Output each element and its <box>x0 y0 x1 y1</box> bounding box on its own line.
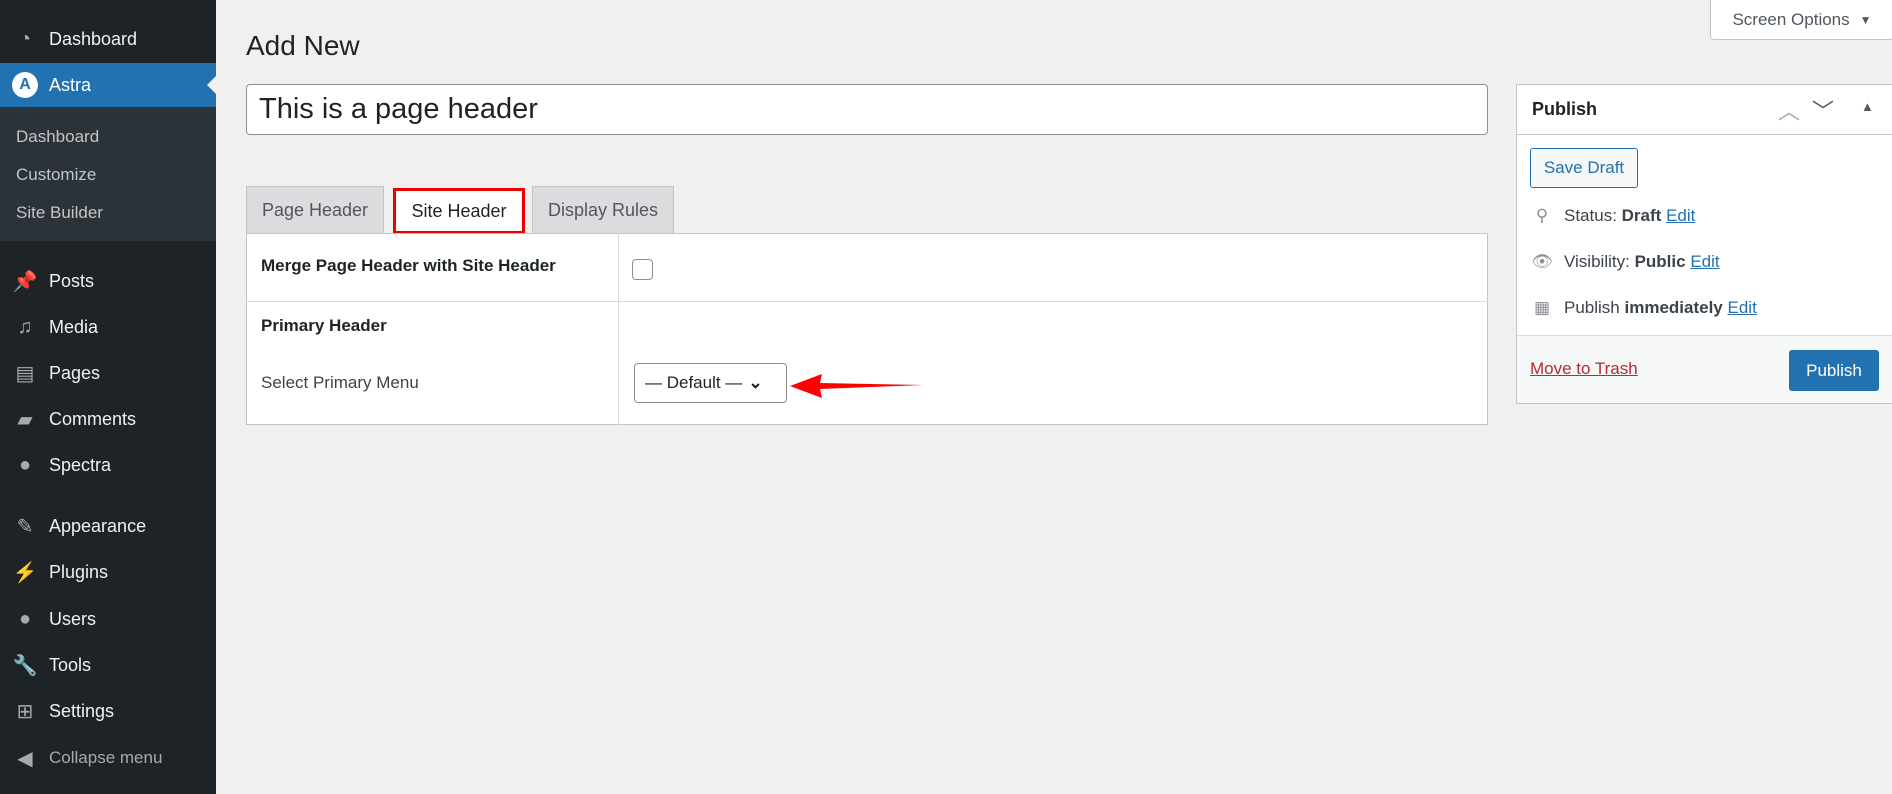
media-icon: ♫ <box>17 315 33 338</box>
label: Astra <box>49 74 92 95</box>
divider <box>618 233 619 425</box>
label: Plugins <box>49 561 109 582</box>
sidebar-item-pages[interactable]: ▤ Pages <box>0 351 216 395</box>
visibility-label: Visibility: Public Edit <box>1564 252 1720 271</box>
sidebar-item-comments[interactable]: ▰ Comments <box>0 397 216 441</box>
dashboard-icon: ◔ <box>18 27 32 50</box>
publish-box-header: Publish ︿ ﹀ ▲ <box>1516 84 1892 135</box>
submenu-customize[interactable]: Customize <box>16 165 96 185</box>
pages-icon: ▤ <box>15 362 35 385</box>
pin-icon: ⚲ <box>1535 206 1549 225</box>
move-to-trash-link[interactable]: Move to Trash <box>1530 359 1638 379</box>
sidebar-item-tools[interactable]: 🔧 Tools <box>0 643 216 687</box>
eye-icon: 👁 <box>1531 252 1553 271</box>
plugin-icon: ⚡ <box>12 561 38 584</box>
tab-site-header[interactable]: Site Header <box>393 188 525 234</box>
label: Media <box>49 316 99 337</box>
publish-button[interactable]: Publish <box>1789 350 1879 391</box>
schedule-label: Publish immediately Edit <box>1564 298 1757 317</box>
merge-label: Merge Page Header with Site Header <box>261 256 556 275</box>
sidebar-item-settings[interactable]: ⊞ Settings <box>0 689 216 733</box>
post-title-input[interactable]: This is a page header <box>246 84 1488 135</box>
spectra-icon: ● <box>18 453 32 476</box>
submenu-dashboard[interactable]: Dashboard <box>16 127 99 147</box>
collapse-icon: ◀ <box>17 747 33 770</box>
edit-schedule-link[interactable]: Edit <box>1728 298 1757 317</box>
sidebar-item-dashboard[interactable]: ◔ Dashboard <box>0 17 216 61</box>
publish-box-title: Publish <box>1532 99 1598 119</box>
comments-icon: ▰ <box>17 408 33 431</box>
sidebar-item-media[interactable]: ♫ Media <box>0 305 216 349</box>
move-up-icon[interactable]: ︿ <box>1778 94 1800 126</box>
label: Users <box>49 608 97 629</box>
tab-page-header[interactable]: Page Header <box>246 186 384 233</box>
label: Comments <box>49 408 137 429</box>
sidebar-item-appearance[interactable]: ✎ Appearance <box>0 504 216 548</box>
merge-checkbox[interactable] <box>632 259 653 280</box>
primary-menu-select[interactable]: — Default — ⌄ <box>634 363 787 403</box>
divider <box>246 301 1488 302</box>
label: Collapse menu <box>49 748 163 767</box>
collapse-menu-button[interactable]: ◀ Collapse menu <box>0 736 216 780</box>
settings-icon: ⊞ <box>16 700 34 723</box>
sidebar-item-spectra[interactable]: ● Spectra <box>0 443 216 487</box>
label: Screen Options <box>1732 9 1850 29</box>
submenu-site-builder[interactable]: Site Builder <box>16 203 103 223</box>
toggle-panel-icon[interactable]: ▲ <box>1861 99 1874 114</box>
primary-header-heading: Primary Header <box>261 316 387 335</box>
screen-options-button[interactable]: Screen Options ▼ <box>1710 0 1892 40</box>
selected-value: — Default — <box>645 373 743 392</box>
select-menu-label: Select Primary Menu <box>261 373 419 392</box>
calendar-icon: ▦ <box>1533 298 1551 317</box>
user-icon: ● <box>18 607 32 630</box>
save-draft-button[interactable]: Save Draft <box>1530 148 1638 188</box>
label: Dashboard <box>49 28 138 49</box>
tab-display-rules[interactable]: Display Rules <box>532 186 674 233</box>
label: Settings <box>49 700 115 721</box>
red-arrow-annotation <box>790 374 923 398</box>
status-label: Status: Draft Edit <box>1564 206 1696 225</box>
sidebar-item-posts[interactable]: 📌 Posts <box>0 259 216 303</box>
chevron-down-icon: ⌄ <box>748 373 763 392</box>
sidebar-item-users[interactable]: ● Users <box>0 597 216 641</box>
astra-icon: A <box>12 72 38 98</box>
edit-visibility-link[interactable]: Edit <box>1690 252 1719 271</box>
label: Appearance <box>49 515 147 536</box>
edit-status-link[interactable]: Edit <box>1666 206 1695 225</box>
admin-sidebar: ◔ Dashboard A Astra Dashboard Customize Si… <box>0 0 216 794</box>
astra-submenu: Dashboard Customize Site Builder <box>0 107 216 241</box>
label: Tools <box>49 654 92 675</box>
sidebar-item-astra[interactable]: A Astra <box>0 63 216 107</box>
brush-icon: ✎ <box>16 515 34 538</box>
label: Pages <box>49 362 101 383</box>
wrench-icon: 🔧 <box>12 654 38 677</box>
caret-down-icon: ▼ <box>1859 12 1872 27</box>
pin-icon: 📌 <box>12 270 38 293</box>
page-title: Add New <box>246 30 360 61</box>
label: Spectra <box>49 454 112 475</box>
label: Posts <box>49 270 95 291</box>
move-down-icon[interactable]: ﹀ <box>1812 94 1834 126</box>
sidebar-item-plugins[interactable]: ⚡ Plugins <box>0 550 216 594</box>
